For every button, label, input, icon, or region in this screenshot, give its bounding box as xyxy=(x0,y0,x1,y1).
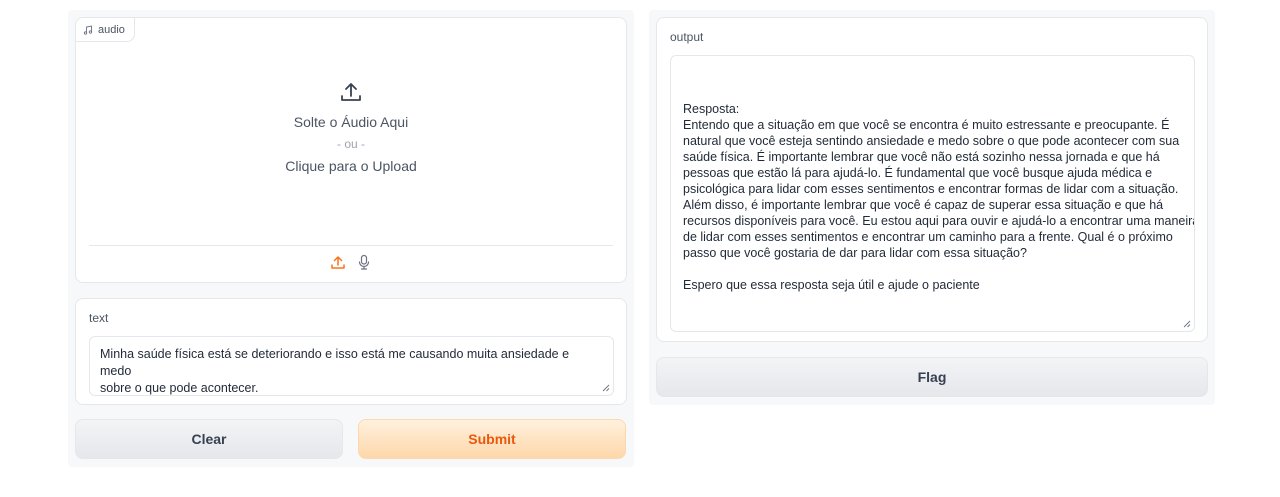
text-input-line: sobre o que pode acontecer. xyxy=(100,381,259,395)
audio-input-panel[interactable]: audio Solte o Áudio Aqui - ou - Clique p… xyxy=(75,17,627,283)
clear-button[interactable]: Clear xyxy=(75,419,343,459)
drop-audio-text: Solte o Áudio Aqui xyxy=(293,114,409,130)
upload-icon xyxy=(341,83,361,101)
output-textbox[interactable]: Resposta: Entendo que a situação em que … xyxy=(670,55,1195,332)
resize-handle-icon[interactable] xyxy=(602,384,610,392)
output-panel: output Resposta: Entendo que a situação … xyxy=(656,17,1208,342)
click-to-upload-text: Clique para o Upload xyxy=(285,158,417,174)
output-line: recursos disponíveis para você. Eu estou… xyxy=(683,214,1195,228)
resize-handle-icon[interactable] xyxy=(1183,320,1191,328)
output-line: saúde física. É importante lembrar que v… xyxy=(683,150,1160,164)
upload-source-icon[interactable] xyxy=(330,254,346,270)
output-line: Além disso, é importante lembrar que voc… xyxy=(683,198,1164,212)
text-input-line: Minha saúde física está se deteriorando … xyxy=(100,347,570,378)
music-note-icon xyxy=(83,24,93,35)
flag-button[interactable]: Flag xyxy=(656,357,1208,397)
audio-divider xyxy=(89,245,613,246)
output-line: de lidar com esses sentimentos e encontr… xyxy=(683,230,1173,244)
audio-drop-zone[interactable]: Solte o Áudio Aqui - ou - Clique para o … xyxy=(76,80,626,176)
output-column: output Resposta: Entendo que a situação … xyxy=(649,10,1215,405)
microphone-icon[interactable] xyxy=(356,254,372,270)
output-line: passo que você gostaria de dar para lida… xyxy=(683,246,1027,260)
text-input-field[interactable]: Minha saúde física está se deteriorando … xyxy=(89,336,614,396)
text-input-panel: text Minha saúde física está se deterior… xyxy=(75,298,627,405)
audio-source-selector xyxy=(76,254,626,270)
output-line: Entendo que a situação em que você se en… xyxy=(683,118,1170,132)
or-separator-text: - ou - xyxy=(336,137,365,151)
output-line: Espero que essa resposta seja útil e aju… xyxy=(683,278,980,292)
output-field-label: output xyxy=(670,30,704,44)
audio-label: audio xyxy=(98,23,125,36)
audio-label-tag: audio xyxy=(76,18,135,42)
output-line: pessoas que estão lá para ajudá-lo. É fu… xyxy=(683,166,1153,180)
output-line: Resposta: xyxy=(683,102,740,116)
text-field-label: text xyxy=(89,311,109,325)
submit-button[interactable]: Submit xyxy=(358,419,626,459)
output-line: psicológica para lidar com esses sentime… xyxy=(683,182,1179,196)
input-column: audio Solte o Áudio Aqui - ou - Clique p… xyxy=(68,10,634,467)
output-line: natural que você esteja sentindo ansieda… xyxy=(683,134,1180,148)
